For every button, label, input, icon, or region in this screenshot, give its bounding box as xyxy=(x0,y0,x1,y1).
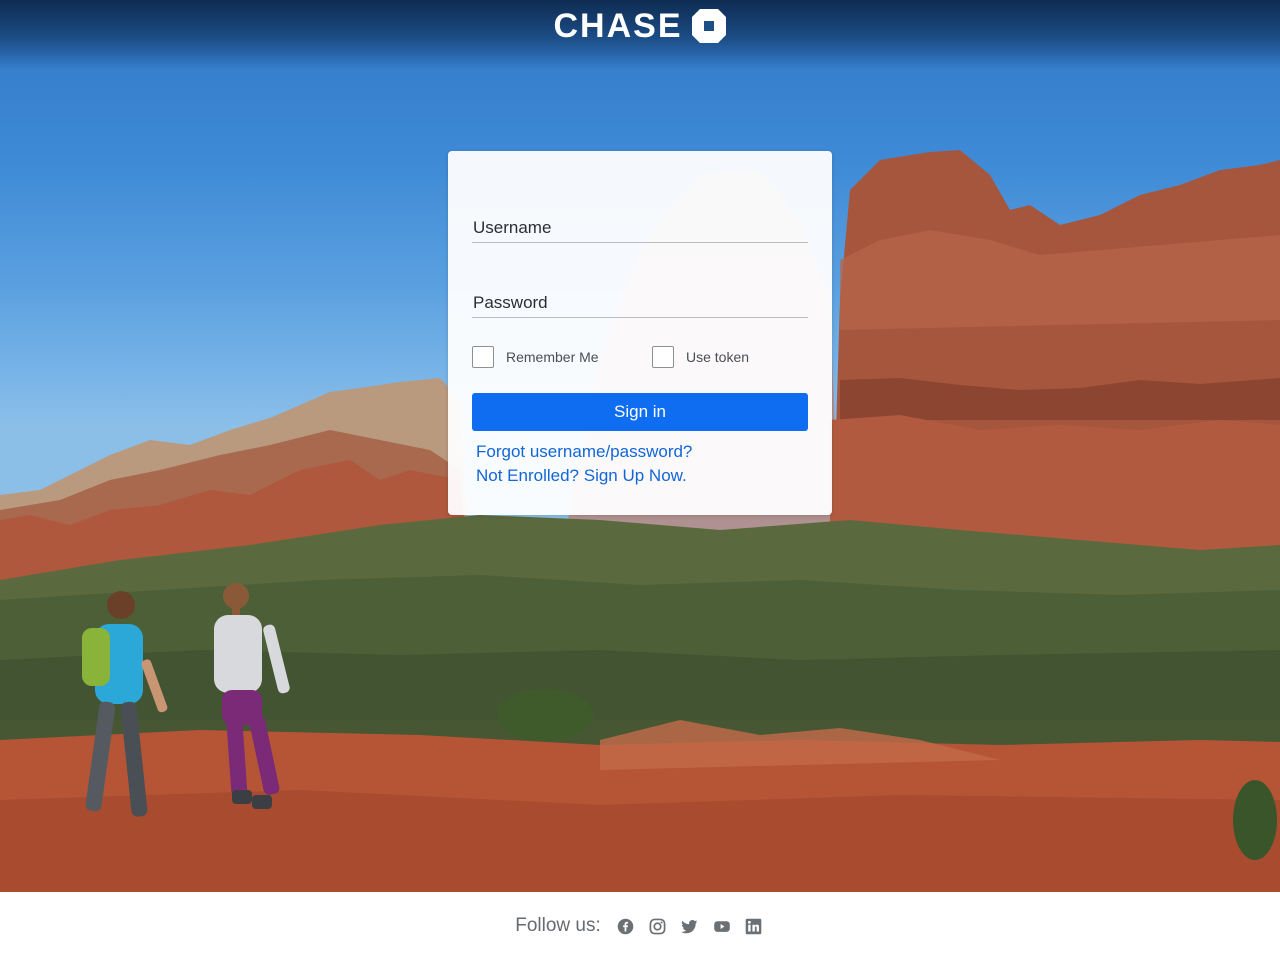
remember-me-checkbox[interactable]: Remember Me xyxy=(472,346,599,368)
twitter-icon[interactable] xyxy=(681,917,699,935)
facebook-icon[interactable] xyxy=(617,917,635,935)
remember-me-label: Remember Me xyxy=(506,349,599,365)
youtube-icon[interactable] xyxy=(713,917,731,935)
instagram-icon[interactable] xyxy=(649,917,667,935)
use-token-label: Use token xyxy=(686,349,750,365)
brand-name: CHASE xyxy=(553,7,683,45)
header-brand: CHASE xyxy=(0,8,1280,44)
checkbox-box[interactable] xyxy=(472,346,494,368)
username-field[interactable] xyxy=(472,195,808,242)
footer: Follow us: xyxy=(0,892,1280,960)
use-token-checkbox[interactable]: Use token xyxy=(652,346,749,368)
chase-octagon-logo-icon xyxy=(691,8,727,44)
username-field-wrapper xyxy=(472,195,808,243)
sign-in-button[interactable]: Sign in xyxy=(472,393,808,431)
password-field[interactable] xyxy=(472,270,808,317)
checkbox-box[interactable] xyxy=(652,346,674,368)
options-row: Remember Me Use token xyxy=(472,346,808,368)
forgot-credentials-link[interactable]: Forgot username/password? xyxy=(476,441,692,463)
enroll-link[interactable]: Not Enrolled? Sign Up Now. xyxy=(476,465,687,487)
login-card: Remember Me Use token Sign in Forgot use… xyxy=(448,151,832,515)
follow-us-label: Follow us: xyxy=(515,915,601,936)
password-field-wrapper xyxy=(472,270,808,318)
linkedin-icon[interactable] xyxy=(745,917,763,935)
